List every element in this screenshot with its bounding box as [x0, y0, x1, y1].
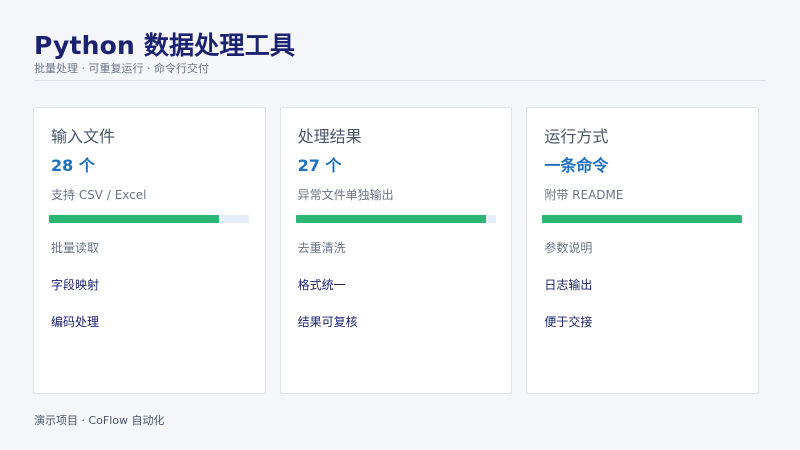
progress-bar: [542, 215, 743, 223]
card-value: 一条命令: [544, 156, 609, 175]
header: Python 数据处理工具 批量处理 · 可重复运行 · 命令行交付: [34, 30, 766, 76]
page: Python 数据处理工具 批量处理 · 可重复运行 · 命令行交付 输入文件 …: [0, 0, 800, 450]
feature-item: 结果可复核: [297, 315, 358, 329]
card-description: 支持 CSV / Excel: [51, 188, 147, 202]
footer-note: 演示项目 · CoFlow 自动化: [34, 414, 165, 427]
card-run-mode: 运行方式 一条命令 附带 README 参数说明 日志输出 便于交接: [526, 107, 760, 394]
progress-bar-fill: [295, 215, 486, 223]
feature-item: 日志输出: [544, 278, 593, 292]
feature-item: 便于交接: [544, 315, 593, 329]
card-description: 异常文件单独输出: [297, 188, 394, 202]
progress-bar: [295, 215, 496, 223]
feature-item: 去重清洗: [297, 241, 346, 255]
card-title: 处理结果: [297, 127, 362, 146]
feature-item: 批量读取: [51, 241, 100, 255]
progress-bar-fill: [49, 215, 219, 223]
card-title: 运行方式: [544, 127, 609, 146]
feature-item: 参数说明: [544, 241, 593, 255]
card-processing-results: 处理结果 27 个 异常文件单独输出 去重清洗 格式统一 结果可复核: [279, 107, 513, 394]
header-divider: [34, 80, 766, 81]
feature-item: 编码处理: [51, 315, 100, 329]
card-value: 28 个: [51, 156, 95, 175]
progress-bar-fill: [542, 215, 743, 223]
card-input-files: 输入文件 28 个 支持 CSV / Excel 批量读取 字段映射 编码处理: [33, 107, 266, 394]
page-title: Python 数据处理工具: [34, 31, 296, 60]
card-value: 27 个: [297, 156, 342, 175]
page-subtitle: 批量处理 · 可重复运行 · 命令行交付: [34, 62, 209, 75]
card-row: 输入文件 28 个 支持 CSV / Excel 批量读取 字段映射 编码处理 …: [33, 107, 760, 394]
feature-item: 格式统一: [297, 278, 346, 292]
card-description: 附带 README: [544, 188, 624, 202]
feature-item: 字段映射: [51, 278, 100, 292]
progress-bar: [49, 215, 249, 223]
card-title: 输入文件: [51, 127, 116, 146]
